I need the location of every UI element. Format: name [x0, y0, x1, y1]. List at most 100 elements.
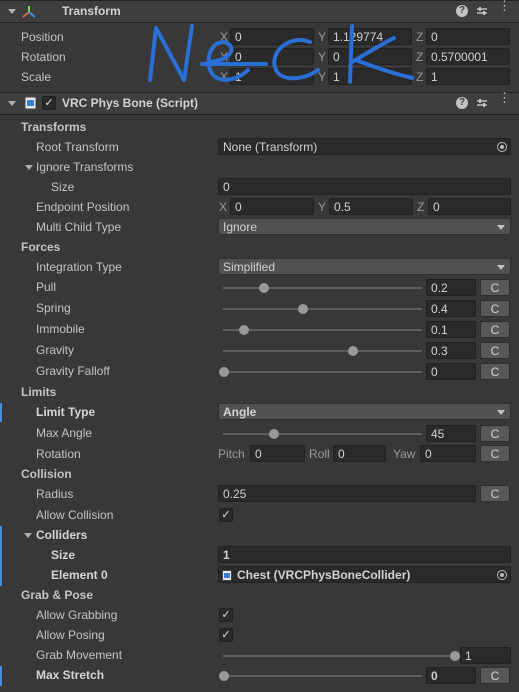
gravity-slider-track[interactable] [223, 350, 422, 352]
grab-movement-slider-track[interactable] [223, 655, 455, 657]
spring-reset-button[interactable]: C [480, 300, 510, 317]
presets-icon[interactable] [476, 5, 488, 17]
object-picker-icon[interactable] [497, 142, 507, 152]
gravity-falloff-reset-button[interactable]: C [480, 363, 510, 380]
colliders-size-label: Size [51, 548, 76, 562]
gravity-falloff-value-field[interactable]: 0 [426, 363, 476, 380]
spring-value-field[interactable]: 0.4 [426, 300, 476, 317]
pull-label: Pull [36, 280, 57, 294]
help-icon[interactable]: ? [456, 5, 468, 17]
element-0-field[interactable]: Chest (VRCPhysBoneCollider) [218, 566, 511, 583]
object-picker-icon[interactable] [497, 570, 507, 580]
roll-label: Roll [309, 447, 330, 461]
dropdown-arrow-icon [497, 410, 505, 415]
endpoint-z-axis: Z [417, 200, 425, 214]
pull-reset-button[interactable]: C [480, 279, 510, 296]
max-angle-reset-button[interactable]: C [480, 425, 510, 442]
allow-grabbing-checkbox[interactable]: ✓ [219, 608, 233, 622]
override-marker [0, 403, 2, 422]
spring-slider-track[interactable] [223, 308, 422, 310]
help-icon[interactable]: ? [456, 97, 468, 109]
multi-child-type-dropdown[interactable]: Ignore [218, 218, 511, 235]
immobile-value-field[interactable]: 0.1 [426, 321, 476, 338]
colliders-foldout-arrow[interactable] [24, 533, 32, 538]
spring-slider-thumb[interactable] [298, 304, 309, 314]
allow-posing-checkbox[interactable]: ✓ [219, 628, 233, 642]
gravity-falloff-slider-thumb[interactable] [219, 367, 229, 377]
ignore-transforms-foldout-arrow[interactable] [25, 165, 33, 170]
gravity-falloff-slider-track[interactable] [223, 371, 422, 373]
max-angle-slider-track[interactable] [223, 433, 422, 435]
gravity-reset-button[interactable]: C [480, 342, 510, 359]
transforms-section-header: Transforms [21, 120, 87, 134]
element-0-label: Element 0 [51, 568, 108, 582]
limit-type-label: Limit Type [36, 405, 96, 419]
max-angle-slider-thumb[interactable] [268, 429, 279, 439]
limit-type-value: Angle [223, 405, 257, 419]
grab-movement-label: Grab Movement [36, 648, 123, 662]
allow-collision-label: Allow Collision [36, 508, 114, 522]
roll-field[interactable]: 0 [333, 445, 386, 462]
radius-field[interactable]: 0.25 [218, 485, 476, 502]
integration-type-value: Simplified [223, 260, 276, 274]
max-stretch-slider-thumb[interactable] [219, 671, 229, 681]
ignore-transforms-label[interactable]: Ignore Transforms [36, 157, 133, 177]
grab-movement-slider-thumb[interactable] [450, 651, 460, 661]
multi-child-type-value: Ignore [223, 220, 258, 234]
pull-value-field[interactable]: 0.2 [426, 279, 476, 296]
max-angle-value-field[interactable]: 45 [426, 425, 476, 442]
immobile-reset-button[interactable]: C [480, 321, 510, 338]
physbone-header[interactable]: ✓ VRC Phys Bone (Script) ? ⋮ [0, 91, 519, 115]
allow-collision-checkbox[interactable]: ✓ [219, 508, 233, 522]
collision-section-header: Collision [21, 467, 72, 481]
gravity-slider-thumb[interactable] [347, 346, 358, 356]
position-label: Position [21, 30, 64, 44]
dropdown-arrow-icon [497, 225, 505, 230]
max-stretch-value-field[interactable]: 0 [426, 667, 476, 684]
immobile-slider-track[interactable] [223, 329, 422, 331]
radius-reset-button[interactable]: C [480, 485, 510, 502]
limit-type-dropdown[interactable]: Angle [218, 403, 511, 420]
scale-label: Scale [21, 70, 52, 84]
ignore-size-label: Size [51, 180, 75, 194]
transform-title: Transform [62, 4, 121, 18]
gravity-value-field[interactable]: 0.3 [426, 342, 476, 359]
presets-icon[interactable] [476, 97, 488, 109]
dropdown-arrow-icon [497, 265, 505, 270]
pull-slider-track[interactable] [223, 287, 422, 289]
transform-foldout-arrow[interactable] [8, 9, 16, 14]
rotation-reset-button[interactable]: C [480, 445, 510, 462]
grab-movement-value-field[interactable]: 1 [460, 647, 511, 664]
colliders-label[interactable]: Colliders [36, 525, 87, 545]
pull-slider-thumb[interactable] [258, 283, 269, 293]
limits-section-header: Limits [21, 385, 57, 399]
max-stretch-slider-track[interactable] [223, 675, 422, 677]
immobile-slider-thumb[interactable] [238, 325, 249, 335]
limit-rotation-label: Rotation [36, 447, 81, 461]
root-transform-label: Root Transform [36, 140, 119, 154]
physbone-enabled-checkbox[interactable]: ✓ [42, 96, 56, 110]
endpoint-z-field[interactable]: 0 [428, 198, 511, 215]
colliders-size-field[interactable]: 1 [218, 546, 511, 563]
pitch-field[interactable]: 0 [250, 445, 305, 462]
more-icon[interactable]: ⋮ [498, 0, 511, 16]
pitch-label: Pitch [218, 447, 245, 461]
endpoint-x-axis: X [219, 200, 228, 214]
endpoint-x-field[interactable]: 0 [230, 198, 314, 215]
physbone-foldout-arrow[interactable] [8, 101, 16, 106]
endpoint-y-field[interactable]: 0.5 [329, 198, 413, 215]
root-transform-field[interactable]: None (Transform) [218, 138, 511, 155]
grab-pose-section-header: Grab & Pose [21, 588, 94, 602]
transform-axis-icon [22, 6, 36, 18]
integration-type-dropdown[interactable]: Simplified [218, 258, 511, 275]
endpoint-y-axis: Y [318, 200, 327, 214]
element-0-value: Chest (VRCPhysBoneCollider) [237, 568, 411, 582]
max-stretch-reset-button[interactable]: C [480, 667, 510, 684]
ignore-size-field[interactable]: 0 [218, 178, 511, 195]
max-stretch-label: Max Stretch [36, 668, 105, 682]
multi-child-type-label: Multi Child Type [36, 220, 122, 234]
yaw-field[interactable]: 0 [420, 445, 476, 462]
more-icon[interactable]: ⋮ [498, 91, 511, 108]
gravity-label: Gravity [36, 343, 75, 357]
gravity-falloff-label: Gravity Falloff [36, 364, 110, 378]
